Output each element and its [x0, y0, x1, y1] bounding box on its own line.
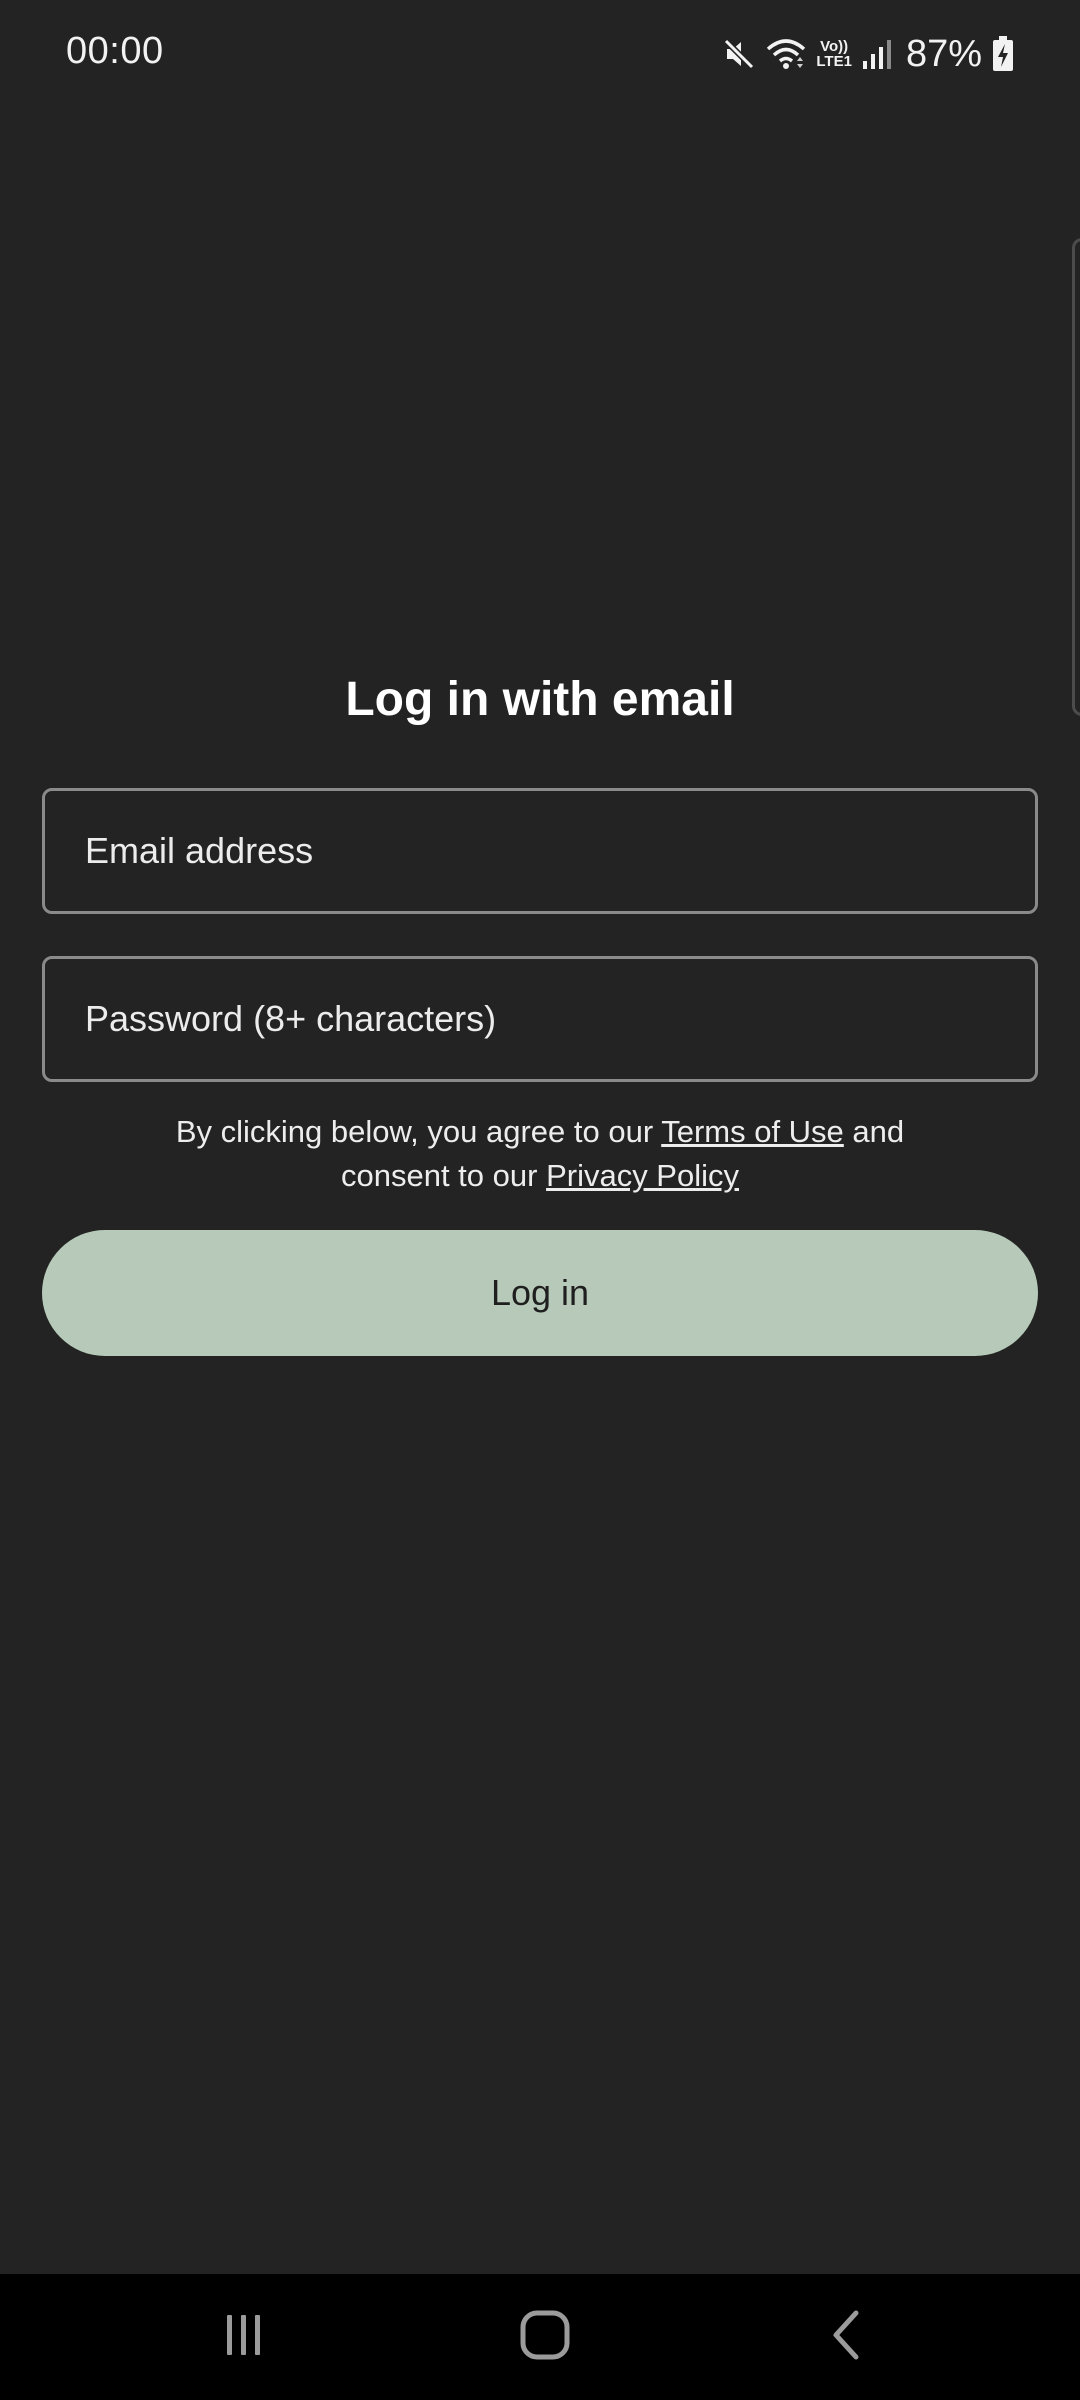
home-icon — [519, 2309, 571, 2366]
log-in-button[interactable]: Log in — [42, 1230, 1038, 1356]
network-label-top: Vo)) — [820, 38, 849, 55]
network-label-bottom: LTE1 — [816, 53, 852, 70]
consent-text: By clicking below, you agree to our Term… — [140, 1110, 940, 1198]
home-button[interactable] — [465, 2274, 625, 2400]
email-field[interactable] — [42, 788, 1038, 914]
privacy-policy-link[interactable]: Privacy Policy — [546, 1158, 739, 1193]
status-bar: 00:00 Vo)) LTE1 87% — [0, 0, 1080, 110]
consent-prefix: By clicking below, you agree to our — [175, 1114, 662, 1149]
back-button[interactable] — [766, 2274, 926, 2400]
page-title: Log in with email — [345, 673, 735, 726]
mute-icon — [722, 37, 756, 71]
status-time: 00:00 — [66, 30, 164, 72]
battery-percent: 87% — [905, 32, 982, 75]
edge-panel-handle[interactable] — [1072, 238, 1080, 716]
terms-of-use-link[interactable]: Terms of Use — [661, 1114, 844, 1149]
recents-icon — [219, 2311, 267, 2364]
wifi-icon — [766, 37, 806, 71]
battery-charging-icon — [992, 36, 1014, 72]
signal-icon — [862, 37, 892, 71]
navigation-bar — [0, 2274, 1080, 2400]
recents-button[interactable] — [163, 2274, 323, 2400]
volte-lte-icon: Vo)) LTE1 — [816, 39, 852, 69]
back-icon — [826, 2309, 866, 2366]
password-field[interactable] — [42, 956, 1038, 1082]
status-icons: Vo)) LTE1 87% — [722, 28, 1014, 80]
